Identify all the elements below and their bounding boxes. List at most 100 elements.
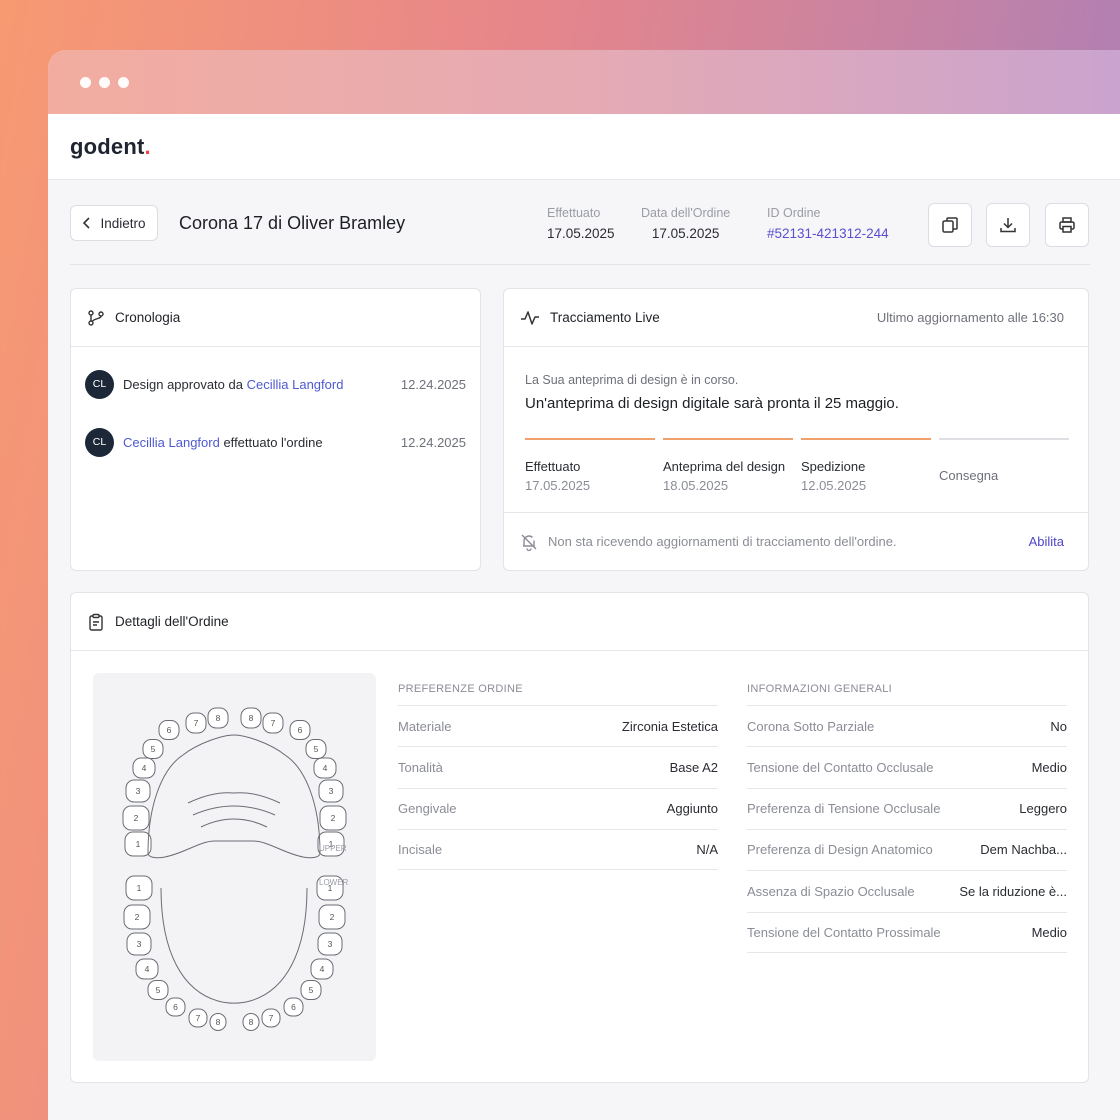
copy-button[interactable] (928, 203, 972, 247)
app-header: godent. (48, 114, 1120, 180)
browser-window: godent. Indietro Corona 17 di Oliver Bra… (48, 50, 1120, 1120)
tooth-number: 8 (249, 1017, 254, 1027)
notification-text: Non sta ricevendo aggiornamenti di tracc… (548, 534, 897, 549)
detail-value: Zirconia Estetica (621, 718, 718, 734)
clipboard-icon (89, 613, 103, 631)
detail-key: Materiale (398, 718, 452, 734)
chevron-left-icon (83, 217, 91, 229)
meta-label: Effettuato (547, 206, 601, 220)
detail-key: Tonalità (398, 759, 443, 775)
detail-key: Assenza di Spazio Occlusale (747, 883, 915, 899)
tooth-number: 5 (314, 744, 319, 754)
progress-step-bar (801, 438, 931, 440)
detail-row: Incisale N/A (398, 828, 718, 870)
tooth-number: 4 (320, 964, 325, 974)
git-branch-icon (88, 309, 104, 326)
general-info-title: INFORMAZIONI GENERALI (747, 683, 893, 695)
timeline-text: Design approvato da Cecillia Langford (123, 376, 344, 392)
meta-value: 17.05.2025 (651, 226, 720, 241)
window-dot-icon[interactable] (80, 76, 91, 88)
detail-key: Corona Sotto Parziale (747, 718, 875, 734)
tooth-number: 4 (145, 964, 150, 974)
print-button[interactable] (1045, 203, 1089, 247)
print-icon (1059, 217, 1075, 233)
detail-key: Preferenza di Design Anatomico (747, 842, 933, 858)
detail-value: Leggero (1019, 801, 1067, 817)
timeline-title: Cronologia (115, 310, 181, 325)
window-dot-icon[interactable] (118, 76, 129, 88)
avatar: CL (85, 369, 114, 399)
tooth-number: 6 (298, 725, 303, 735)
tracking-title: Tracciamento Live (550, 310, 660, 325)
logo[interactable]: godent. (70, 134, 151, 160)
tooth-number: 3 (328, 939, 333, 949)
progress-step-bar (939, 438, 1069, 440)
tooth-number: 3 (137, 939, 142, 949)
timeline-item: CL Cecillia Langford effettuato l'ordine… (85, 427, 466, 457)
window-titlebar (48, 50, 1120, 114)
step-date: 12.05.2025 (801, 478, 867, 493)
tooth-number: 5 (156, 985, 161, 995)
order-header: Indietro Corona 17 di Oliver Bramley Eff… (70, 180, 1090, 265)
tooth-number: 8 (216, 713, 221, 723)
detail-row: Tensione del Contatto Prossimale Medio (747, 911, 1067, 953)
preferences-title: PREFERENZE ORDINE (398, 683, 523, 695)
detail-row: Preferenza di Tensione Occlusale Leggero (747, 787, 1067, 829)
person-link[interactable]: Cecillia Langford (123, 435, 220, 450)
detail-key: Preferenza di Tensione Occlusale (747, 801, 941, 817)
upper-arch: 1 12 23 34 45 56 67 78 8 (122, 707, 347, 857)
copy-icon (942, 217, 958, 233)
tooth-number: 6 (167, 725, 172, 735)
progress-step-bar (663, 438, 793, 440)
tooth-number: 2 (330, 912, 335, 922)
lower-arch: 1 12 23 34 45 56 67 78 8 (123, 875, 346, 1031)
detail-value: Se la riduzione è... (959, 883, 1067, 899)
person-link[interactable]: Cecillia Langford (247, 377, 344, 392)
detail-value: Medio (1031, 759, 1067, 775)
detail-key: Gengivale (398, 801, 457, 817)
tooth-number: 5 (309, 985, 314, 995)
back-button[interactable]: Indietro (70, 205, 158, 241)
lower-label: LOWER (319, 878, 349, 887)
tooth-number: 2 (135, 912, 140, 922)
back-label: Indietro (100, 215, 146, 231)
meta-label: Data dell'Ordine (641, 206, 731, 220)
detail-value: Dem Nachba... (980, 842, 1067, 858)
bell-off-icon (521, 534, 537, 551)
notification-bar: Non sta ricevendo aggiornamenti di tracc… (504, 512, 1088, 570)
tooth-number: 8 (216, 1017, 221, 1027)
window-dot-icon[interactable] (99, 76, 110, 88)
detail-key: Incisale (398, 841, 443, 857)
timeline-header: Cronologia (71, 289, 480, 347)
tooth-number: 7 (271, 718, 276, 728)
tooth-number: 3 (329, 786, 334, 796)
order-details-card: Dettagli dell'Ordine 1122334455667788 11… (70, 592, 1089, 1083)
timeline-card: Cronologia CL Design approvato da Cecill… (70, 288, 481, 571)
meta-order-date: Data dell'Ordine 17.05.2025 (641, 206, 730, 241)
tooth-number: 5 (151, 744, 156, 754)
detail-value: No (1050, 718, 1067, 734)
detail-value: N/A (696, 841, 718, 857)
details-title: Dettagli dell'Ordine (115, 614, 229, 629)
meta-label: ID Ordine (767, 206, 821, 220)
tooth-number: 1 (136, 839, 141, 849)
meta-placed: Effettuato 17.05.2025 (547, 206, 615, 241)
detail-row: Gengivale Aggiunto (398, 787, 718, 829)
tooth-number: 6 (173, 1002, 178, 1012)
upper-label: UPPER (319, 844, 347, 853)
step-label: Anteprima del design (663, 459, 786, 474)
detail-value: Aggiunto (666, 801, 718, 817)
tooth-number: 8 (249, 713, 254, 723)
order-id-link[interactable]: #52131-421312-244 (767, 226, 889, 241)
download-button[interactable] (986, 203, 1030, 247)
tooth-chart-svg: 1 12 23 34 45 56 67 78 8 1 12 23 34 45 56 67 78 8 UPPER … (122, 707, 349, 1031)
last-updated: Ultimo aggiornamento alle 16:30 (876, 310, 1064, 325)
timeline-date: 12.24.2025 (400, 376, 466, 392)
step-date: 18.05.2025 (663, 478, 729, 493)
step-label: Effettuato (525, 459, 581, 474)
step-label: Consegna (939, 468, 999, 483)
tooth-number: 4 (323, 763, 328, 773)
meta-order-id: ID Ordine #52131-421312-244 (767, 206, 889, 241)
tooth-number: 2 (331, 813, 336, 823)
enable-button[interactable]: Abilita (1029, 534, 1064, 549)
